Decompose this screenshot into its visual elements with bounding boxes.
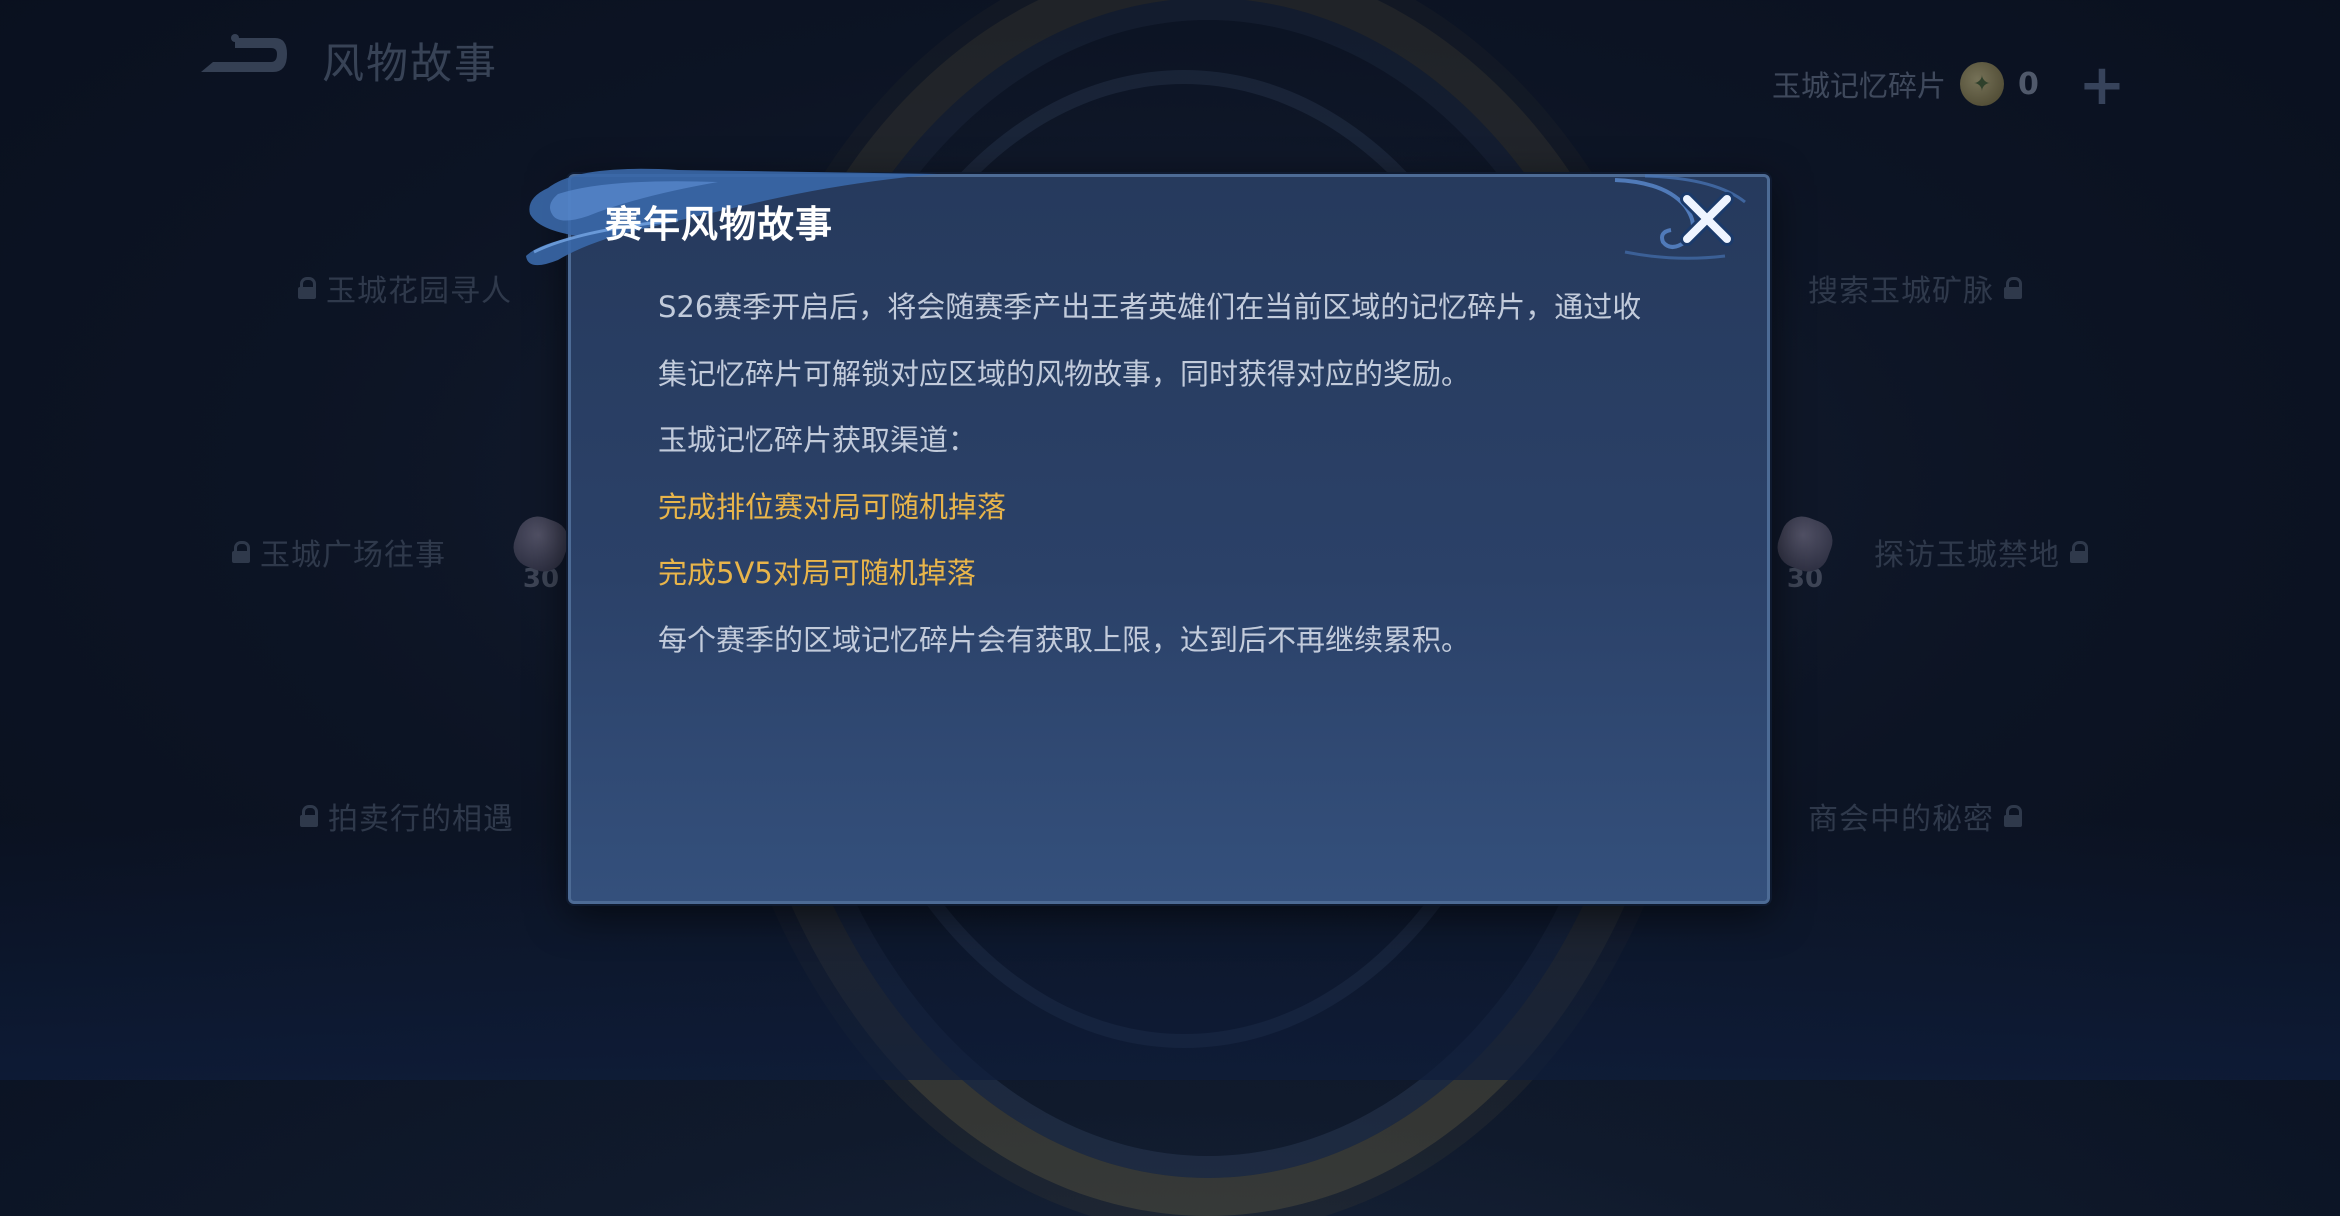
dialog-body: S26赛季开启后，将会随赛季产出王者英雄们在当前区域的记忆碎片，通过收 集记忆碎…	[658, 274, 1668, 673]
close-icon	[1680, 192, 1734, 246]
dialog-title: 赛年风物故事	[605, 203, 833, 246]
close-button[interactable]	[1672, 186, 1742, 252]
dialog-text-line: S26赛季开启后，将会随赛季产出王者英雄们在当前区域的记忆碎片，通过收	[658, 290, 1642, 324]
dialog-text-line: 集记忆碎片可解锁对应区域的风物故事，同时获得对应的奖励。	[658, 356, 1471, 391]
dialog-highlight-line: 完成5V5对局可随机掉落	[658, 556, 976, 590]
dialog-text-line: 每个赛季的区域记忆碎片会有获取上限，达到后不再继续累积。	[658, 622, 1471, 657]
dialog-text-line: 玉城记忆碎片获取渠道：	[658, 423, 978, 457]
dialog-highlight-line: 完成排位赛对局可随机掉落	[658, 489, 1007, 524]
